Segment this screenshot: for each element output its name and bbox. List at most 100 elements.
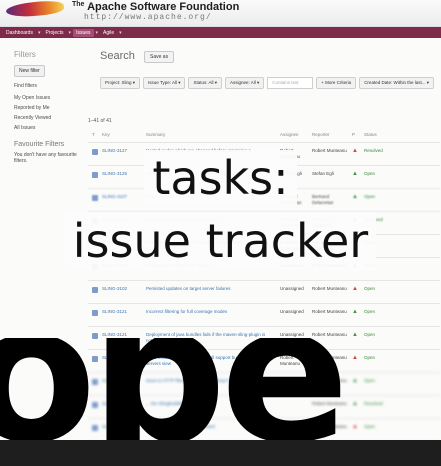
priority-icon: ▲ (352, 171, 358, 177)
find-filters-link[interactable]: Find filters (14, 83, 84, 89)
issue-summary-link[interactable]: Invalid content for editing (146, 194, 266, 200)
issue-key-link[interactable]: SLING-3105 (102, 217, 127, 223)
col-status[interactable]: Status (364, 132, 377, 137)
asf-org-name: Apache Software Foundation (87, 1, 240, 13)
sidebar-item-recently-viewed[interactable]: Recently Viewed (14, 115, 84, 121)
issue-type-icon (92, 195, 98, 201)
nav-agile[interactable]: Agile (100, 29, 117, 37)
asf-title[interactable]: The Apache Software Foundation (72, 1, 239, 13)
table-row[interactable]: SLING-3103 Generated content is not shown… (88, 257, 440, 280)
favourite-filters-empty: You don't have any favourite filters. (14, 152, 77, 164)
issue-summary-link[interactable]: Conflicted and changes of bundles shifte… (146, 240, 266, 246)
issue-type-icon (92, 310, 98, 316)
issue-key-link[interactable]: SLING-3104 (102, 240, 127, 246)
priority-icon: ▲ (352, 148, 358, 154)
favourite-filters-title: Favourite Filters (14, 141, 65, 148)
table-row[interactable]: SLING-3121 Incorrect filtering for full c… (88, 303, 440, 326)
col-key[interactable]: Key (102, 132, 110, 137)
project-filter[interactable]: Project: Sling ▾ (100, 77, 141, 89)
issue-key-link[interactable]: SLING-3121 (102, 309, 127, 315)
contains-text-input[interactable]: Contains text (267, 77, 314, 89)
issue-assignee: Bertrand Delacretaz (280, 240, 302, 251)
sidebar-item-my-open-issues[interactable]: My Open Issues (14, 95, 84, 101)
nav-dropdown-icon[interactable]: ▾ (96, 30, 99, 36)
issue-type-icon (92, 241, 98, 247)
sidebar-item-all-issues[interactable]: All Issues (14, 125, 84, 131)
col-priority[interactable]: P (352, 132, 355, 137)
nav-projects[interactable]: Projects (42, 29, 66, 37)
status-filter[interactable]: Status: All ▾ (188, 77, 223, 89)
issue-summary-link[interactable]: Asynchronous Health Check sample (146, 217, 266, 223)
issue-type-icon (92, 149, 98, 155)
priority-icon: ▲ (352, 263, 358, 269)
issue-reporter: Bertrand Delacretaz (312, 240, 334, 251)
nav-dashboards[interactable]: Dashboards (3, 29, 36, 37)
issue-summary-link[interactable]: Incorrect filtering for full coverage mo… (146, 309, 266, 315)
col-assignee[interactable]: Assignee (280, 132, 299, 137)
table-row[interactable]: SLING-3105 Asynchronous Health Check samp… (88, 211, 440, 234)
col-reporter[interactable]: Reporter (312, 132, 330, 137)
nav-dropdown-icon[interactable]: ▾ (69, 30, 72, 36)
issue-reporter: Stefan Egli (312, 171, 334, 176)
issue-reporter: Bertrand Delacretaz (312, 217, 334, 228)
issue-type-icon (92, 172, 98, 178)
issue-reporter: Robert Munteanu (312, 286, 347, 291)
created-date-filter[interactable]: Created Date: Within the last... ▾ (359, 77, 434, 89)
asf-the: The (72, 1, 85, 8)
screenshot: The Apache Software Foundation http://ww… (0, 0, 441, 440)
table-header: T Key Summary Assignee Reporter P Status (88, 132, 440, 140)
issue-status: Open (364, 194, 376, 199)
issue-summary-link[interactable]: Generated content is not shown (146, 263, 266, 269)
assignee-filter[interactable]: Assignee: All ▾ (225, 77, 265, 89)
issue-status: Resolved (364, 148, 383, 153)
issue-assignee: Stefan Egli (280, 171, 302, 176)
issue-summary-link[interactable]: Nested nodes which are changed before re… (146, 148, 266, 154)
priority-icon: ▲ (352, 286, 358, 292)
feather-logo-icon (5, 0, 65, 19)
issue-status: Resolved (364, 217, 383, 222)
filters-sidebar: Filters New filter Find filters My Open … (14, 50, 84, 164)
bottom-band (0, 440, 441, 466)
col-summary[interactable]: Summary (146, 132, 165, 137)
issue-key-link[interactable]: SLING-3103 (102, 263, 127, 269)
issue-reporter: Robert Munteanu (312, 148, 347, 153)
table-row[interactable]: SLING-3107 Invalid content for editing Ber… (88, 188, 440, 211)
table-row[interactable]: SLING-3102 Persisted updates on target se… (88, 280, 440, 303)
issue-status: Open (364, 240, 376, 245)
table-row[interactable]: SLING-3127 Nested nodes which are changed… (88, 142, 440, 165)
issue-assignee: Bertrand Delacretaz (280, 194, 302, 205)
issue-summary-link[interactable]: Persisted updates on target server failu… (146, 286, 266, 292)
priority-icon: ▲ (352, 309, 358, 315)
nav-dropdown-icon[interactable]: ▾ (38, 30, 41, 36)
issue-key-link[interactable]: SLING-3125 (102, 171, 127, 177)
issue-reporter: Robert Munteanu (312, 263, 347, 268)
search-main: Search Save as Project: Sling ▾ Issue Ty… (88, 50, 440, 431)
col-type[interactable]: T (92, 132, 95, 137)
asf-url[interactable]: http://www.apache.org/ (84, 13, 212, 22)
issue-key-link[interactable]: SLING-3127 (102, 148, 127, 154)
issue-status: Open (364, 309, 376, 314)
nav-issues[interactable]: Issues (73, 28, 94, 37)
more-criteria-button[interactable]: + More Criteria (316, 77, 357, 89)
issue-assignee: Unassigned (280, 263, 304, 268)
issue-summary-link[interactable]: Sling Tooling: Sling launch error messag… (146, 171, 266, 177)
jira-nav: Dashboards ▾ Projects ▾ Issues ▾ Agile ▾ (0, 27, 441, 38)
asf-header: The Apache Software Foundation http://ww… (0, 0, 441, 27)
issue-reporter: Bertrand Delacretaz (312, 194, 334, 205)
issue-reporter: Robert Munteanu (312, 309, 347, 314)
sidebar-item-reported-by-me[interactable]: Reported by Me (14, 105, 84, 111)
nav-dropdown-icon[interactable]: ▾ (119, 30, 122, 36)
issue-key-link[interactable]: SLING-3107 (102, 194, 127, 200)
new-filter-button[interactable]: New filter (14, 65, 45, 77)
save-as-button[interactable]: Save as (144, 51, 175, 63)
issue-assignee: Unassigned (280, 309, 304, 314)
issue-type-filter[interactable]: Issue Type: All ▾ (143, 77, 186, 89)
priority-icon: ▲ (352, 217, 358, 223)
sidebar-title: Filters (14, 50, 36, 59)
priority-icon: ▲ (352, 194, 358, 200)
issue-type-icon (92, 264, 98, 270)
system-filters-list: My Open Issues Reported by Me Recently V… (14, 95, 84, 131)
issue-key-link[interactable]: SLING-3102 (102, 286, 127, 292)
table-row[interactable]: SLING-3104 Conflicted and changes of bund… (88, 234, 440, 257)
table-row[interactable]: SLING-3125 Sling Tooling: Sling launch er… (88, 165, 440, 188)
